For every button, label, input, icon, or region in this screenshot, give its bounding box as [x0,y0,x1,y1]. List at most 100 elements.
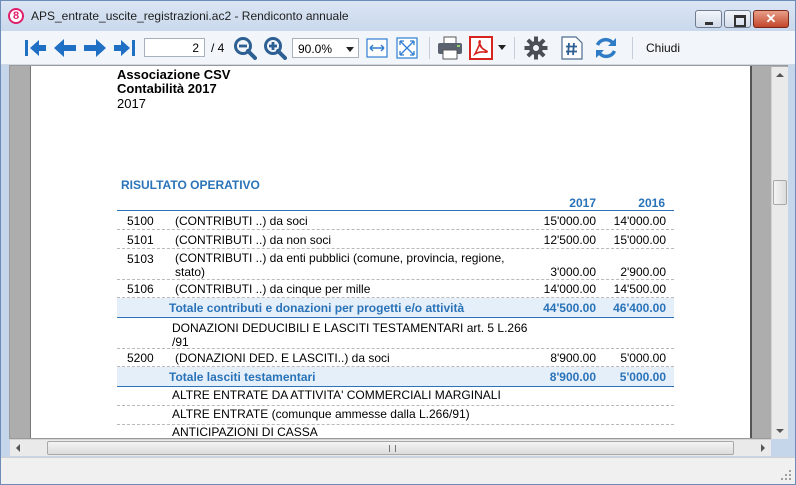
last-page-button[interactable] [111,35,139,61]
app-window: 8 APS_entrate_uscite_registrazioni.ac2 -… [0,0,796,485]
table-row: 5200 (DONAZIONI DED. E LASCITI..) da soc… [117,349,674,367]
hash-icon [561,36,583,60]
title-bar: 8 APS_entrate_uscite_registrazioni.ac2 -… [1,1,795,31]
organization-name: Associazione CSV [117,67,231,82]
print-icon [438,36,462,60]
total-row: Totale lasciti testamentari 8'900.00 5'0… [117,367,674,387]
value-2016: 15'000.00 [613,233,666,247]
account-code: 5100 [127,214,154,228]
fit-width-button[interactable] [365,35,389,61]
table-row: 5103 (CONTRIBUTI ..) da enti pubblici (c… [117,249,674,280]
total-2016: 5'000.00 [619,370,666,384]
toolbar-separator [429,37,430,59]
table-row: ALTRE ENTRATE (comunque ammesse dalla L.… [117,406,674,425]
table-row: 5106 (CONTRIBUTI ..) da cinque per mille… [117,280,674,298]
table-row: ALTRE ENTRATE DA ATTIVITA' COMMERCIALI M… [117,387,674,406]
prev-page-icon [54,39,76,57]
settings-button[interactable] [522,35,550,61]
export-pdf-button[interactable] [467,35,495,61]
pdf-icon [469,36,493,60]
maximize-button[interactable] [724,10,751,28]
group-description: ALTRE ENTRATE (comunque ammesse dalla L.… [172,407,470,421]
value-2017: 14'000.00 [543,282,596,296]
account-description: (CONTRIBUTI ..) da non soci [175,233,332,247]
zoom-dropdown[interactable]: 90.0% [292,38,359,58]
page-number-input[interactable]: 2 [144,38,205,57]
chevron-right-icon[interactable] [754,440,771,456]
next-page-button[interactable] [81,35,109,61]
column-header-2017: 2017 [569,196,596,210]
close-icon: ✕ [765,11,777,26]
value-2016: 2'900.00 [620,265,666,279]
horizontal-scrollbar[interactable] [10,439,771,456]
account-description: (DONAZIONI DED. E LASCITI..) da soci [175,351,390,365]
section-title: RISULTATO OPERATIVO [121,178,260,192]
total-description: Totale lasciti testamentari [169,370,316,384]
window-title: APS_entrate_uscite_registrazioni.ac2 - R… [31,9,349,23]
fit-page-icon [396,37,418,59]
first-page-button[interactable] [21,35,49,61]
first-page-icon [25,40,46,56]
refresh-button[interactable] [592,35,620,61]
app-logo-icon: 8 [8,8,24,24]
value-2017: 8'900.00 [550,351,596,365]
value-2017: 15'000.00 [543,214,596,228]
vertical-scrollbar[interactable] [771,67,788,439]
close-window-button[interactable]: ✕ [753,10,789,28]
last-page-icon [114,40,135,56]
account-description: (CONTRIBUTI ..) da soci [175,214,308,228]
zoom-out-icon [234,37,257,60]
value-2016: 14'000.00 [613,214,666,228]
resize-grip-icon[interactable] [780,469,792,481]
chevron-down-icon [776,429,784,433]
fit-page-button[interactable] [395,35,419,61]
account-description: (CONTRIBUTI ..) da cinque per mille [175,282,371,296]
group-description: DONAZIONI DEDUCIBILI E LASCITI TESTAMENT… [172,321,528,349]
zoom-out-button[interactable] [232,35,258,61]
zoom-value: 90.0% [298,42,333,56]
zoom-in-icon [264,37,287,60]
toolbar-separator [632,37,633,59]
total-description: Totale contributi e donazioni per proget… [169,301,465,315]
total-2017: 44'500.00 [543,301,596,315]
chevron-left-icon[interactable] [10,440,27,456]
account-description: (CONTRIBUTI ..) da enti pubblici (comune… [175,251,505,279]
scroll-up-button[interactable] [772,67,788,84]
scroll-down-button[interactable] [772,422,788,439]
value-2016: 5'000.00 [620,351,666,365]
close-report-button[interactable]: Chiudi [646,41,680,55]
accounting-title: Contabilità 2017 [117,81,217,96]
pdf-dropdown-button[interactable] [496,35,508,61]
chevron-up-icon [776,73,784,77]
value-2017: 12'500.00 [543,233,596,247]
value-2016: 14'500.00 [613,282,666,296]
chevron-down-icon [346,47,354,52]
group-description: ANTICIPAZIONI DI CASSA [172,425,318,439]
refresh-icon [595,37,617,59]
grip-icon [389,445,396,452]
account-code: 5106 [127,282,154,296]
total-2017: 8'900.00 [549,370,596,384]
column-header-2016: 2016 [638,196,665,210]
next-page-icon [84,39,106,57]
table-row: DONAZIONI DEDUCIBILI E LASCITI TESTAMENT… [117,318,674,349]
page-total-label: / 4 [211,41,225,55]
table-row: ANTICIPAZIONI DI CASSA [117,425,674,439]
vertical-scroll-thumb[interactable] [773,180,787,205]
minimize-button[interactable] [695,10,722,28]
group-description: ALTRE ENTRATE DA ATTIVITA' COMMERCIALI M… [172,388,501,402]
prev-page-button[interactable] [51,35,79,61]
fit-width-icon [366,38,388,58]
account-code: 5101 [127,233,154,247]
settings-gear-icon [524,36,548,60]
report-year: 2017 [117,96,146,111]
account-code: 5200 [127,351,154,365]
print-button[interactable] [436,35,464,61]
zoom-in-button[interactable] [262,35,288,61]
toolbar-separator [514,37,515,59]
horizontal-scroll-thumb[interactable] [47,441,734,455]
account-code: 5103 [127,252,154,266]
table-row: 5100 (CONTRIBUTI ..) da soci 15'000.00 1… [117,211,674,230]
number-format-button[interactable] [559,35,585,61]
total-2016: 46'400.00 [613,301,666,315]
